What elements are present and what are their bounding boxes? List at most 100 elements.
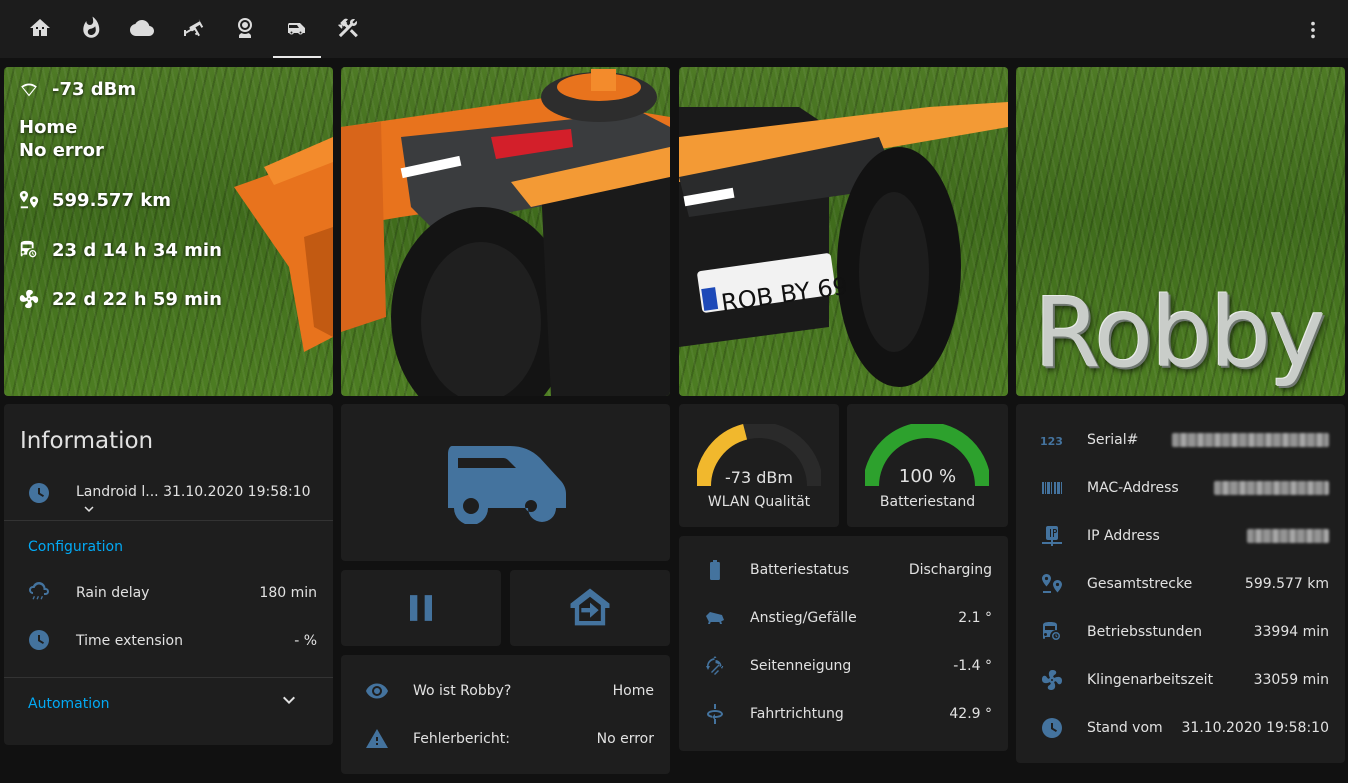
- time-extension-value[interactable]: - %: [294, 633, 317, 649]
- serial-label: Serial#: [1087, 432, 1139, 448]
- mower-illustration-front: [341, 69, 670, 396]
- battery-icon: [703, 558, 727, 582]
- bus-clock-icon: [1040, 620, 1064, 644]
- clock-icon: [27, 481, 51, 505]
- tab-home[interactable]: [16, 8, 64, 48]
- robot-mower-icon: [448, 446, 566, 524]
- blade-time-value[interactable]: 33059 min: [1254, 672, 1329, 688]
- battery-gauge-card[interactable]: 100 % Batteriestand: [847, 404, 1008, 527]
- tab-weather[interactable]: [118, 8, 166, 48]
- direction-label: Fahrtrichtung: [750, 706, 844, 722]
- error-text: No error: [19, 140, 104, 161]
- total-distance-value[interactable]: 599.577 km: [1245, 576, 1329, 592]
- configuration-header[interactable]: Configuration: [28, 539, 123, 555]
- battery-status-value[interactable]: Discharging: [909, 562, 992, 578]
- wlan-gauge-card[interactable]: -73 dBm WLAN Qualität: [679, 404, 839, 527]
- wifi-icon: [21, 83, 37, 97]
- blade-time-value: 22 d 22 h 59 min: [52, 288, 222, 310]
- distance-row: 599.577 km: [18, 189, 171, 211]
- total-distance-label: Gesamtstrecke: [1087, 576, 1193, 592]
- pause-mower-button[interactable]: [341, 570, 501, 646]
- send-home-button[interactable]: [510, 570, 670, 646]
- device-select-value: Landroid l... 31.10.2020 19:58:10: [76, 484, 311, 500]
- weather-rainy-icon: [27, 580, 51, 604]
- home-icon: [30, 19, 50, 36]
- mower-photo-2: [341, 67, 670, 396]
- where-label: Wo ist Robby?: [413, 683, 512, 699]
- sensors-card: Batteriestatus Discharging Anstieg/Gefäl…: [679, 536, 1008, 751]
- robot-mower-icon: [287, 23, 305, 35]
- where-card: Wo ist Robby? Home Fehlerbericht: No err…: [341, 655, 670, 774]
- tab-tools[interactable]: [324, 8, 372, 48]
- alert-icon: [365, 727, 389, 751]
- information-title: Information: [20, 428, 154, 454]
- fan-icon: [1040, 668, 1064, 692]
- automation-header[interactable]: Automation: [28, 696, 110, 712]
- wlan-gauge-label: WLAN Qualität: [707, 494, 811, 510]
- operating-hours-label: Betriebsstunden: [1087, 624, 1203, 640]
- mac-address-redacted: [1214, 481, 1329, 495]
- map-marker-distance-icon: [19, 190, 39, 209]
- mower-entity-card[interactable]: [341, 404, 670, 561]
- serial-value-redacted: [1172, 433, 1329, 447]
- fire-icon: [83, 16, 100, 38]
- mower-status-card: -73 dBm Home No error 599.577 km 23 d 14…: [4, 67, 333, 396]
- mower-incline-icon: [703, 606, 727, 630]
- ip-address-label: IP Address: [1087, 528, 1160, 544]
- incline-value[interactable]: 2.1 °: [958, 610, 992, 626]
- where-value[interactable]: Home: [613, 683, 654, 699]
- last-updated-value[interactable]: 31.10.2020 19:58:10: [1182, 720, 1330, 736]
- distance-value: 599.577 km: [52, 189, 171, 211]
- rain-delay-value[interactable]: 180 min: [259, 585, 317, 601]
- top-app-bar: [0, 0, 1348, 58]
- incline-label: Anstieg/Gefälle: [750, 610, 857, 626]
- status-text: Home: [19, 117, 78, 138]
- tab-heating[interactable]: [67, 8, 115, 48]
- numeric-icon: 123: [1040, 428, 1064, 452]
- eye-icon: [365, 679, 389, 703]
- automation-expand-button[interactable]: [277, 688, 301, 712]
- ip-network-icon: [1040, 524, 1064, 548]
- map-marker-distance-icon: [1040, 572, 1064, 596]
- bus-clock-icon: [20, 240, 37, 258]
- clock-icon: [1040, 716, 1064, 740]
- work-time-value: 23 d 14 h 34 min: [52, 239, 222, 261]
- time-extension-label: Time extension: [76, 633, 183, 649]
- barcode-icon: [1040, 476, 1064, 500]
- divider: [4, 677, 333, 678]
- operating-hours-value[interactable]: 33994 min: [1254, 624, 1329, 640]
- tab-webcam[interactable]: [221, 8, 269, 48]
- overflow-menu-button[interactable]: [1298, 15, 1328, 45]
- rain-delay-label: Rain delay: [76, 585, 150, 601]
- direction-value[interactable]: 42.9 °: [949, 706, 992, 722]
- wlan-gauge-value: -73 dBm: [725, 468, 793, 487]
- rotate-axis-icon: [703, 654, 727, 678]
- webcam-icon: [238, 18, 252, 38]
- svg-text:123: 123: [1040, 435, 1063, 448]
- device-select[interactable]: Landroid l... 31.10.2020 19:58:10: [76, 484, 333, 518]
- dots-vertical-icon: [1311, 21, 1315, 39]
- work-time-row: 23 d 14 h 34 min: [18, 239, 222, 261]
- mower-photo-3: ROB BY 69: [679, 67, 1008, 396]
- last-updated-label: Stand vom: [1087, 720, 1163, 736]
- mower-name-text: Robby: [1034, 277, 1326, 389]
- tools-icon: [338, 18, 358, 38]
- information-card: Information Landroid l... 31.10.2020 19:…: [4, 404, 333, 745]
- details-card: 123 Serial# MAC-Address IP Address Gesam…: [1016, 404, 1345, 763]
- robby-name-card: Robby: [1016, 67, 1345, 396]
- battery-gauge-label: Batteriestand: [879, 494, 976, 510]
- fan-icon: [19, 289, 39, 309]
- chevron-down-icon: [283, 696, 295, 704]
- home-import-icon: [570, 588, 610, 626]
- error-report-value[interactable]: No error: [597, 731, 654, 747]
- wifi-strength: -73 dBm: [52, 78, 137, 100]
- blade-time-row: 22 d 22 h 59 min: [18, 288, 222, 310]
- tilt-label: Seitenneigung: [750, 658, 852, 674]
- tab-cameras[interactable]: [170, 8, 218, 48]
- chevron-down-icon: [84, 506, 94, 512]
- pause-icon: [410, 595, 432, 621]
- tab-mower[interactable]: [273, 8, 321, 58]
- error-report-label: Fehlerbericht:: [413, 731, 510, 747]
- blade-time-label: Klingenarbeitszeit: [1087, 672, 1214, 688]
- tilt-value[interactable]: -1.4 °: [953, 658, 992, 674]
